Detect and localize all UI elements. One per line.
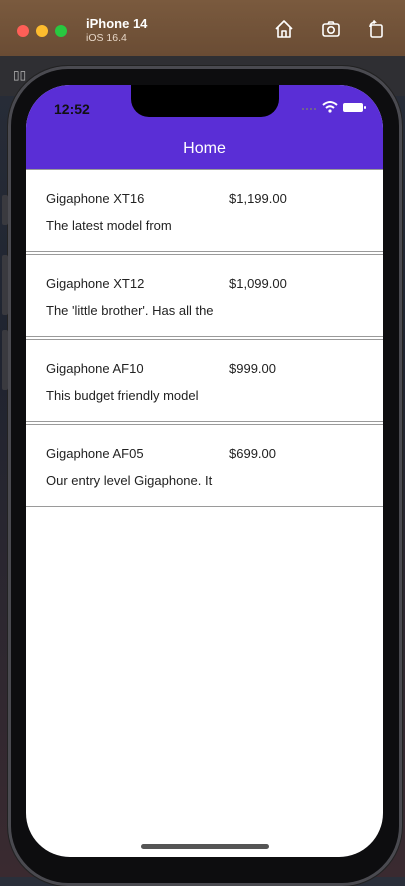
- product-row[interactable]: Gigaphone XT12 $1,099.00 The 'little bro…: [26, 254, 383, 337]
- home-icon[interactable]: [273, 18, 295, 40]
- product-price: $1,099.00: [229, 276, 287, 291]
- status-time: 12:52: [54, 101, 90, 117]
- mute-switch: [2, 195, 8, 225]
- minimize-window-button[interactable]: [36, 25, 48, 37]
- product-description: The 'little brother'. Has all the: [46, 303, 214, 318]
- product-row[interactable]: Gigaphone AF10 $999.00 This budget frien…: [26, 339, 383, 422]
- product-name: Gigaphone XT12: [46, 276, 145, 291]
- battery-icon: [343, 103, 366, 112]
- simulator-title-bar: iPhone 14 iOS 16.4: [0, 0, 405, 56]
- wifi-icon: [322, 101, 338, 113]
- product-row[interactable]: Gigaphone AF05 $699.00 Our entry level G…: [26, 424, 383, 507]
- product-row[interactable]: Gigaphone XT16 $1,199.00 The latest mode…: [26, 169, 383, 252]
- phone-screen: 12:52 Home Gigaphone XT16 $1,199.00 The …: [26, 85, 383, 857]
- zoom-window-button[interactable]: [55, 25, 67, 37]
- navigation-bar: 12:52 Home: [26, 85, 383, 169]
- signal-icon: [302, 108, 316, 110]
- product-description: The latest model from: [46, 218, 172, 233]
- notch: [131, 85, 279, 117]
- product-price: $699.00: [229, 446, 276, 461]
- product-price: $999.00: [229, 361, 276, 376]
- close-window-button[interactable]: [17, 25, 29, 37]
- product-name: Gigaphone XT16: [46, 191, 145, 206]
- product-name: Gigaphone AF05: [46, 446, 144, 461]
- product-description: This budget friendly model: [46, 388, 199, 403]
- device-name: iPhone 14: [86, 16, 148, 31]
- screenshot-icon[interactable]: [320, 18, 342, 40]
- product-price: $1,199.00: [229, 191, 287, 206]
- volume-up-button: [2, 255, 8, 315]
- product-list: Gigaphone XT16 $1,199.00 The latest mode…: [26, 169, 383, 509]
- page-title: Home: [183, 140, 226, 157]
- volume-down-button: [2, 330, 8, 390]
- status-icons: [299, 100, 369, 114]
- rotate-icon[interactable]: [365, 18, 387, 40]
- sidebar-toggle-icon: ▯▯: [13, 68, 27, 82]
- os-version: iOS 16.4: [86, 32, 127, 44]
- product-description: Our entry level Gigaphone. It: [46, 473, 213, 488]
- home-indicator[interactable]: [141, 844, 269, 849]
- product-name: Gigaphone AF10: [46, 361, 144, 376]
